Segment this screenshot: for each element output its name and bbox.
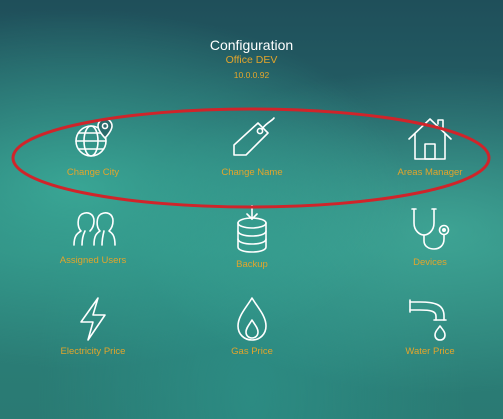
house-icon: [408, 118, 452, 160]
tile-label: Electricity Price: [60, 346, 126, 357]
faucet-icon: [409, 299, 447, 341]
tag-icon: [233, 117, 275, 156]
globe-pin-icon: [75, 118, 113, 157]
header: Configuration Office DEV 10.0.0.92: [0, 36, 503, 82]
flame-icon: [237, 297, 267, 341]
tile-label: Backup: [236, 259, 268, 270]
page-title: Configuration: [209, 37, 294, 53]
database-download-icon: [237, 205, 267, 253]
tile-label: Water Price: [405, 346, 455, 357]
electricity-price-button[interactable]: Electricity Price: [18, 296, 168, 357]
lightning-icon: [80, 297, 106, 341]
devices-button[interactable]: Devices: [355, 205, 503, 268]
tile-label: Change Name: [221, 167, 283, 178]
assigned-users-button[interactable]: Assigned Users: [18, 205, 168, 266]
ip-address: 10.0.0.92: [233, 70, 270, 80]
tile-label: Change City: [66, 167, 120, 178]
areas-manager-button[interactable]: Areas Manager: [355, 115, 503, 178]
device-name: Office DEV: [225, 54, 278, 66]
tile-label: Devices: [413, 257, 447, 268]
users-icon: [73, 212, 116, 246]
water-price-button[interactable]: Water Price: [355, 296, 503, 357]
change-city-button[interactable]: Change City: [18, 115, 168, 178]
tile-label: Gas Price: [231, 346, 273, 357]
gas-price-button[interactable]: Gas Price: [177, 296, 327, 357]
backup-button[interactable]: Backup: [177, 205, 327, 270]
stethoscope-icon: [411, 208, 450, 250]
tile-label: Assigned Users: [59, 255, 127, 266]
change-name-button[interactable]: Change Name: [177, 115, 327, 178]
tile-label: Areas Manager: [397, 167, 463, 178]
